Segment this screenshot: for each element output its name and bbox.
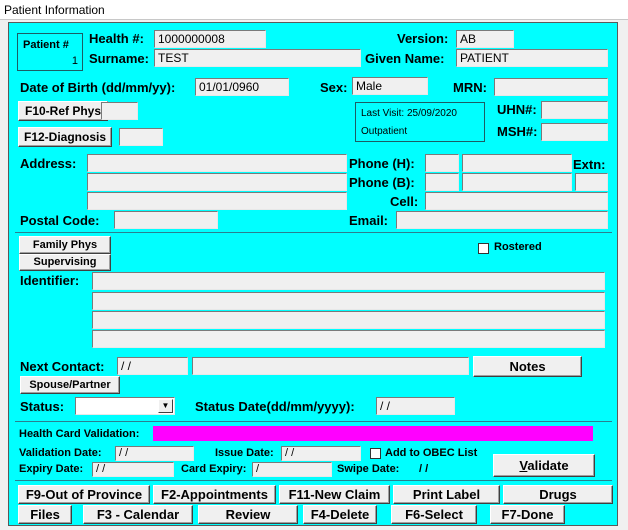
section-divider-2 [15,421,612,422]
spouse-partner-button[interactable]: Spouse/Partner [20,376,120,394]
extn-label: Extn: [573,157,606,172]
identifier-line-1[interactable] [92,272,605,290]
version-field[interactable]: AB [456,30,514,48]
review-button[interactable]: Review [198,505,298,524]
diagnosis-field[interactable] [119,128,163,146]
ref-phys-button[interactable]: F10-Ref Phys [18,101,108,121]
out-of-province-button[interactable]: F9-Out of Province [18,485,150,504]
rostered-label: Rostered [494,241,542,253]
health-number-label: Health #: [89,31,144,46]
last-visit-box: Last Visit: 25/09/2020 Outpatient [355,102,485,142]
patient-number-value: 1 [71,55,78,67]
validate-button-label: alidate [527,458,569,473]
patient-panel: Patient # 1 Health #: 1000000008 Version… [8,22,618,526]
identifier-line-4[interactable] [92,330,605,348]
delete-button[interactable]: F4-Delete [303,505,377,524]
section-divider-1 [15,232,612,233]
appointments-button[interactable]: F2-Appointments [153,485,276,504]
ref-phys-field[interactable] [101,102,138,120]
status-date-label: Status Date(dd/mm/yyyy): [195,399,355,414]
address-line-2[interactable] [87,173,347,191]
address-line-1[interactable] [87,154,347,172]
identifier-label: Identifier: [20,273,80,288]
last-visit-date: Last Visit: 25/09/2020 [361,108,457,119]
given-name-label: Given Name: [365,51,445,66]
address-line-3[interactable] [87,192,347,210]
card-expiry-field[interactable]: / [252,462,332,477]
issue-date-field[interactable]: / / [281,446,361,461]
email-label: Email: [349,213,389,228]
obec-checkbox[interactable] [370,448,381,459]
identifier-line-3[interactable] [92,311,605,329]
select-button[interactable]: F6-Select [391,505,477,524]
surname-field[interactable]: TEST [154,49,361,67]
phone-home-area[interactable] [425,154,459,172]
next-contact-date[interactable]: / / [117,357,188,375]
phone-business-area[interactable] [425,173,459,191]
dob-field[interactable]: 01/01/0960 [195,78,289,96]
phone-home-number[interactable] [462,154,572,172]
validation-date-label: Validation Date: [19,447,102,459]
supervising-button[interactable]: Supervising [19,254,111,271]
swipe-date-value: / / [419,463,429,475]
next-contact-label: Next Contact: [20,359,105,374]
msh-field[interactable] [541,123,608,141]
issue-date-label: Issue Date: [215,447,274,459]
last-visit-type: Outpatient [361,126,408,137]
mrn-field[interactable] [494,78,608,96]
postal-code-field[interactable] [114,211,218,229]
cell-label: Cell: [390,194,419,209]
uhn-label: UHN#: [497,102,537,117]
email-field[interactable] [396,211,608,229]
patient-number-box: Patient # 1 [17,33,83,71]
uhn-field[interactable] [541,101,608,119]
phone-business-extn[interactable] [575,173,608,191]
chevron-down-icon[interactable]: ▼ [158,399,173,413]
done-button[interactable]: F7-Done [490,505,565,524]
patient-number-label: Patient # [23,39,69,51]
sex-label: Sex: [320,80,348,95]
hc-validation-bar [153,426,593,441]
cell-field[interactable] [425,192,608,210]
phone-business-number[interactable] [462,173,572,191]
dob-label: Date of Birth (dd/mm/yy): [20,80,176,95]
phone-business-label: Phone (B): [349,175,415,190]
expiry-date-label: Expiry Date: [19,463,84,475]
drugs-button[interactable]: Drugs [503,485,613,504]
validate-button[interactable]: Validate [493,454,595,477]
card-expiry-label: Card Expiry: [181,463,247,475]
diagnosis-button[interactable]: F12-Diagnosis [18,127,112,147]
expiry-date-field[interactable]: / / [92,462,174,477]
print-label-button[interactable]: Print Label [393,485,500,504]
postal-code-label: Postal Code: [20,213,100,228]
validation-date-field[interactable]: / / [115,446,194,461]
given-name-field[interactable]: PATIENT [456,49,608,67]
section-divider-3 [15,480,612,481]
status-label: Status: [20,399,65,414]
sex-field[interactable]: Male [352,77,428,95]
version-label: Version: [397,31,449,46]
obec-label: Add to OBEC List [385,447,478,459]
files-button[interactable]: Files [18,505,72,524]
notes-button[interactable]: Notes [473,356,582,377]
swipe-date-label: Swipe Date: [337,463,400,475]
new-claim-button[interactable]: F11-New Claim [279,485,390,504]
hc-validation-label: Health Card Validation: [19,428,140,440]
window-title: Patient Information [0,0,628,20]
mrn-label: MRN: [453,80,487,95]
family-phys-button[interactable]: Family Phys [19,236,111,254]
calendar-button[interactable]: F3 - Calendar [83,505,193,524]
health-number-field[interactable]: 1000000008 [154,30,266,48]
rostered-checkbox[interactable] [478,243,489,254]
phone-home-label: Phone (H): [349,156,415,171]
msh-label: MSH#: [497,124,538,139]
status-date-field[interactable]: / / [376,397,455,415]
surname-label: Surname: [89,51,149,66]
next-contact-note[interactable] [192,357,469,375]
address-label: Address: [20,156,77,171]
identifier-line-2[interactable] [92,292,605,310]
status-select[interactable]: ▼ [75,397,175,415]
